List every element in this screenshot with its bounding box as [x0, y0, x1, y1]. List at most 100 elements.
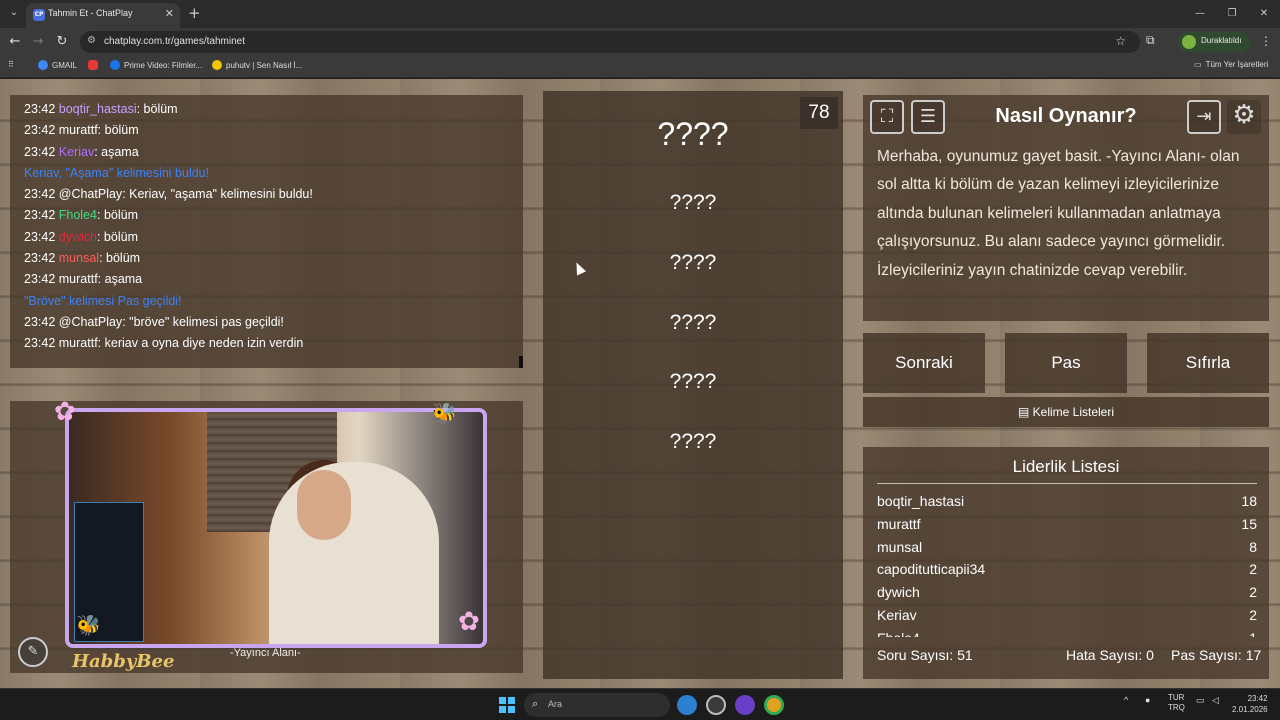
forbidden-word: ????	[669, 251, 717, 274]
close-icon[interactable]: ✕	[165, 7, 174, 20]
chat-message: 23:42 Keriav: aşama	[24, 142, 509, 163]
message-username[interactable]: @ChatPlay	[59, 187, 122, 201]
message-username[interactable]: murattf	[59, 123, 98, 137]
chat-message: 23:42 dywich: bölüm	[24, 227, 509, 248]
extensions-icon[interactable]: ⧉	[1146, 33, 1155, 48]
message-time: 23:42	[24, 272, 56, 287]
streamer-area-caption: -Yayıncı Alanı-	[230, 647, 301, 659]
bookmark-star-icon[interactable]: ☆	[1115, 34, 1126, 48]
address-bar[interactable]: ⚙ chatplay.com.tr/games/tahminet ☆	[80, 31, 1140, 53]
forbidden-word: ????	[669, 370, 717, 393]
windows-start-icon[interactable]	[499, 697, 515, 713]
message-username[interactable]: dywich	[59, 230, 97, 244]
message-username[interactable]: murattf	[59, 272, 98, 286]
google-icon	[38, 60, 48, 70]
player-score: 2	[1249, 561, 1257, 578]
message-text: : aşama	[94, 144, 139, 159]
questions-count: Soru Sayısı: 51	[877, 647, 973, 663]
site-info-icon[interactable]: ⚙	[87, 35, 96, 46]
chat-message: 23:42 Fhole4: bölüm	[24, 205, 509, 226]
flower-icon: ✿	[458, 607, 480, 637]
chat-scrollbar[interactable]	[519, 356, 523, 368]
profile-paused-chip[interactable]: Duraklatıldı	[1178, 32, 1250, 52]
message-username[interactable]: munsal	[59, 251, 99, 265]
volume-icon[interactable]: ◁	[1212, 695, 1219, 706]
search-placeholder: Ara	[548, 699, 563, 709]
message-text: : bölüm	[96, 229, 138, 244]
chat-message: 23:42 murattf: keriav a oyna diye neden …	[24, 333, 509, 354]
app-icon[interactable]	[677, 695, 697, 715]
system-clock[interactable]: 23:42 2.01.2026	[1232, 693, 1268, 715]
message-text: : bölüm	[99, 251, 141, 266]
bookmark-youtube[interactable]	[88, 60, 98, 70]
tab-search-icon[interactable]: ⌄	[6, 5, 22, 21]
word-lists-button[interactable]: ▤ Kelime Listeleri	[863, 397, 1269, 427]
message-username[interactable]: @ChatPlay	[59, 315, 122, 329]
bookmark-label: GMAIL	[52, 60, 77, 70]
message-text: : "bröve" kelimesi pas geçildi!	[122, 314, 284, 329]
clock-time: 23:42	[1247, 694, 1268, 703]
errors-count: Hata Sayısı: 0	[1066, 647, 1154, 663]
back-icon[interactable]: ←	[6, 33, 24, 51]
bookmark-puhutv[interactable]: puhutv | Sen Nasıl İ...	[212, 60, 302, 70]
message-time: 23:42	[24, 187, 56, 202]
pass-button[interactable]: Pas	[1005, 333, 1127, 393]
message-username[interactable]: Keriav	[59, 145, 94, 159]
tray-chevron-icon[interactable]: ^	[1124, 695, 1128, 705]
app-icon[interactable]	[706, 695, 726, 715]
message-time: 23:42	[24, 102, 56, 116]
message-time: 23:42	[24, 144, 56, 159]
player-name: Fhole4	[877, 627, 920, 637]
tab-active[interactable]: CP Tahmin Et - ChatPlay ✕	[26, 3, 180, 28]
chrome-icon[interactable]	[764, 695, 784, 715]
logout-icon[interactable]: ⇥	[1187, 100, 1221, 134]
message-text: : keriav a oyna diye neden izin verdin	[97, 336, 304, 351]
app-icon[interactable]	[735, 695, 755, 715]
chat-message: 23:42 murattf: aşama	[24, 269, 509, 290]
message-username[interactable]: boqtir_hastasi	[59, 102, 137, 116]
forward-icon[interactable]: →	[29, 33, 47, 51]
message-time: 23:42	[24, 229, 56, 244]
player-name: dywich	[877, 584, 920, 601]
microphone-icon[interactable]: ●	[1145, 695, 1150, 705]
next-button[interactable]: Sonraki	[863, 333, 985, 393]
restore-icon[interactable]: ❐	[1216, 0, 1248, 28]
leaderboard-row: capoditutticapii34 2	[877, 558, 1257, 581]
minimize-icon[interactable]: —	[1184, 0, 1216, 28]
webcam-video	[65, 408, 487, 648]
player-name: munsal	[877, 538, 923, 555]
url-text: chatplay.com.tr/games/tahminet	[104, 36, 245, 47]
settings-gear-icon[interactable]: ⚙	[1227, 100, 1261, 134]
message-username[interactable]: Fhole4	[59, 208, 97, 222]
message-text: : bölüm	[136, 102, 178, 116]
reset-button[interactable]: Sıfırla	[1147, 333, 1269, 393]
leaderboard-list[interactable]: boqtir_hastasi 18 murattf 15 munsal 8 capoditu…	[877, 490, 1257, 637]
language-indicator[interactable]: TUR TRQ	[1168, 693, 1185, 713]
apps-icon[interactable]: ⠿	[8, 60, 14, 69]
bookmark-prime-video[interactable]: Prime Video: Filmler...	[110, 60, 202, 70]
leaderboard-panel: Liderlik Listesi boqtir_hastasi 18 murattf…	[863, 447, 1269, 679]
new-tab-icon[interactable]: +	[188, 4, 201, 22]
forbidden-word: ????	[669, 191, 717, 214]
bookmark-label: puhutv | Sen Nasıl İ...	[226, 60, 303, 70]
message-username[interactable]: murattf	[59, 336, 98, 350]
reload-icon[interactable]: ↻	[53, 33, 71, 51]
chat-system-message: "Bröve" kelimesi Pas geçildi!	[24, 291, 509, 312]
browser-toolbar: ← → ↻ ⚙ chatplay.com.tr/games/tahminet ☆	[0, 28, 1280, 56]
player-name: murattf	[877, 515, 921, 532]
message-time: 23:42	[24, 314, 56, 329]
bookmark-gmail[interactable]: GMAIL	[38, 60, 77, 70]
network-icon[interactable]: ▭	[1196, 695, 1205, 706]
message-time: 23:42	[24, 208, 56, 223]
close-window-icon[interactable]: ✕	[1248, 0, 1280, 28]
all-bookmarks[interactable]: ▭ Tüm Yer İşaretleri	[1194, 60, 1268, 69]
pencil-tool-icon[interactable]: ✎	[18, 637, 48, 667]
all-bookmarks-label: Tüm Yer İşaretleri	[1205, 60, 1269, 69]
player-score: 1	[1249, 627, 1257, 637]
folder-icon: ▭	[1194, 60, 1202, 69]
more-menu-icon[interactable]: ⋮	[1260, 34, 1272, 48]
bookmarks-bar: ⠿ GMAIL Prime Video: Filmler... puhutv |…	[0, 56, 1280, 78]
player-score: 8	[1249, 538, 1257, 555]
leaderboard-row: munsal 8	[877, 536, 1257, 559]
taskbar-search[interactable]: ⌕ Ara	[524, 693, 670, 717]
